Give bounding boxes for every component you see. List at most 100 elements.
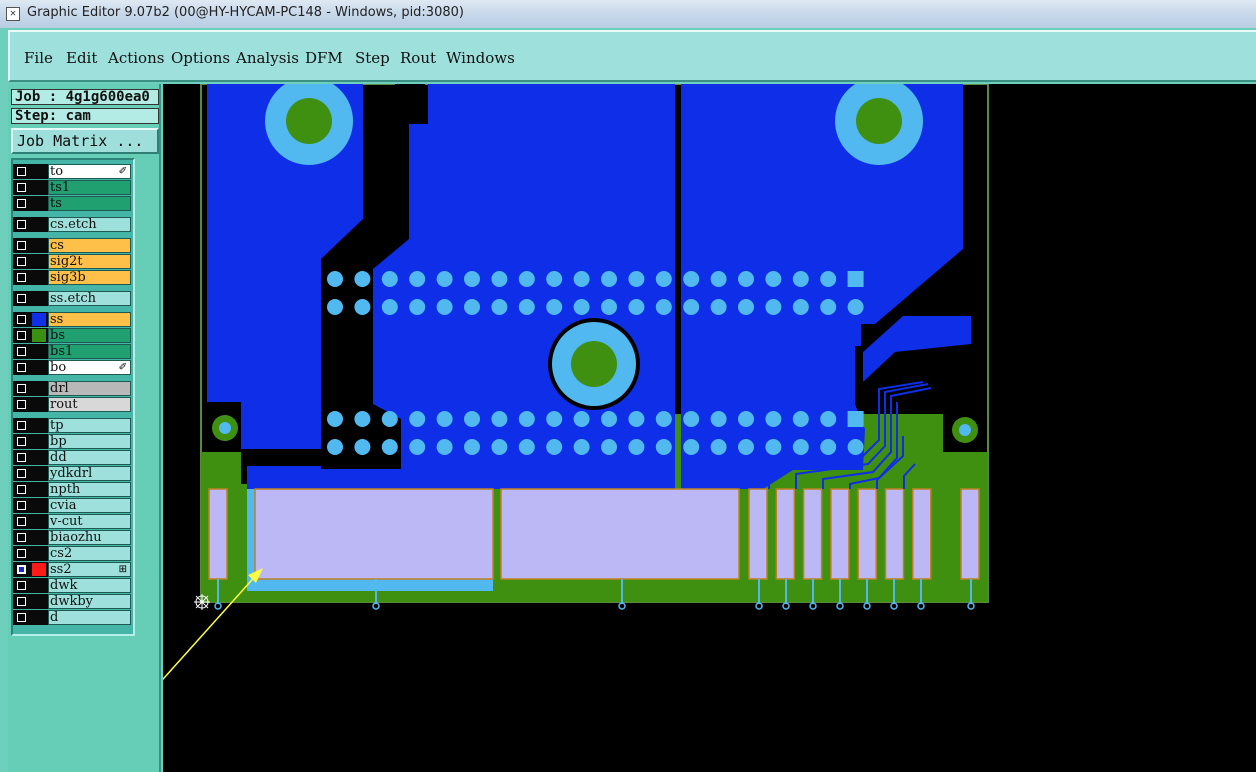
- layer-checkbox[interactable]: [17, 549, 26, 558]
- via-pad: [738, 411, 754, 427]
- layer-row-bo[interactable]: bo ✐: [13, 360, 131, 375]
- layer-row-drl[interactable]: drl: [13, 381, 131, 396]
- layer-name[interactable]: sig2t: [48, 254, 131, 269]
- layer-checkbox[interactable]: [17, 183, 26, 192]
- layer-name[interactable]: dwk: [48, 578, 131, 593]
- layer-name[interactable]: to ✐: [48, 164, 131, 179]
- layer-row-dd[interactable]: dd: [13, 450, 131, 465]
- layer-name[interactable]: v-cut: [48, 514, 131, 529]
- layer-name[interactable]: cs: [48, 238, 131, 253]
- menu-edit[interactable]: Edit: [66, 49, 97, 67]
- layer-name[interactable]: bp: [48, 434, 131, 449]
- layer-edit-icon[interactable]: ✐: [119, 166, 127, 177]
- pcb-drawing[interactable]: [163, 84, 1256, 772]
- layer-row-ss[interactable]: ss: [13, 312, 131, 327]
- layer-row-rout[interactable]: rout: [13, 397, 131, 412]
- layer-name[interactable]: ss: [48, 312, 131, 327]
- menu-windows[interactable]: Windows: [446, 49, 515, 67]
- layer-checkbox[interactable]: [17, 517, 26, 526]
- layer-row-biaozhu[interactable]: biaozhu: [13, 530, 131, 545]
- layer-name[interactable]: rout: [48, 397, 131, 412]
- layer-checkbox[interactable]: [17, 421, 26, 430]
- layer-checkbox[interactable]: [17, 199, 26, 208]
- layer-edit-icon[interactable]: ✐: [119, 362, 127, 373]
- layer-checkbox[interactable]: [17, 241, 26, 250]
- layer-name[interactable]: sig3b: [48, 270, 131, 285]
- layer-checkbox[interactable]: [17, 363, 26, 372]
- layer-expand-icon[interactable]: ⊞: [119, 564, 127, 575]
- layer-name[interactable]: ts: [48, 196, 131, 211]
- layer-row-cvia[interactable]: cvia: [13, 498, 131, 513]
- layer-checkbox[interactable]: [17, 533, 26, 542]
- layer-row-npth[interactable]: npth: [13, 482, 131, 497]
- layer-name[interactable]: ydkdrl: [48, 466, 131, 481]
- layer-row-dwkby[interactable]: dwkby: [13, 594, 131, 609]
- menu-rout[interactable]: Rout: [400, 49, 436, 67]
- layer-checkbox[interactable]: [17, 257, 26, 266]
- layer-checkbox[interactable]: [17, 485, 26, 494]
- layer-row-sig2t[interactable]: sig2t: [13, 254, 131, 269]
- layer-checkbox[interactable]: [17, 331, 26, 340]
- layer-name[interactable]: cs.etch: [48, 217, 131, 232]
- layer-checkbox[interactable]: [17, 453, 26, 462]
- layer-checkbox[interactable]: [17, 384, 26, 393]
- layer-name[interactable]: dd: [48, 450, 131, 465]
- layer-row-ts[interactable]: ts: [13, 196, 131, 211]
- layer-row-cs2[interactable]: cs2: [13, 546, 131, 561]
- layer-checkbox[interactable]: [17, 315, 26, 324]
- layer-checkbox[interactable]: [17, 347, 26, 356]
- layer-checkbox[interactable]: [17, 273, 26, 282]
- layer-row-cs[interactable]: cs: [13, 238, 131, 253]
- layer-name[interactable]: d: [48, 610, 131, 625]
- layer-checkbox[interactable]: [17, 469, 26, 478]
- menu-options[interactable]: Options: [171, 49, 230, 67]
- layer-color-swatch[interactable]: [32, 329, 46, 342]
- layer-row-ss2[interactable]: ss2 ⊞: [13, 562, 131, 577]
- layer-name[interactable]: ts1: [48, 180, 131, 195]
- layer-name[interactable]: drl: [48, 381, 131, 396]
- layer-color-swatch[interactable]: [32, 313, 46, 326]
- layer-name[interactable]: cvia: [48, 498, 131, 513]
- menu-file[interactable]: File: [24, 49, 53, 67]
- layer-checkbox[interactable]: [17, 294, 26, 303]
- layer-row-ydkdrl[interactable]: ydkdrl: [13, 466, 131, 481]
- layer-row-to[interactable]: to ✐: [13, 164, 131, 179]
- layer-name[interactable]: ss.etch: [48, 291, 131, 306]
- layer-checkbox[interactable]: [17, 565, 26, 574]
- layer-name[interactable]: bs: [48, 328, 131, 343]
- layer-row-dwk[interactable]: dwk: [13, 578, 131, 593]
- layer-name[interactable]: dwkby: [48, 594, 131, 609]
- layer-row-bs1[interactable]: bs1: [13, 344, 131, 359]
- layer-checkbox[interactable]: [17, 400, 26, 409]
- layer-checkbox[interactable]: [17, 597, 26, 606]
- layer-checkbox[interactable]: [17, 613, 26, 622]
- layer-row-ss.etch[interactable]: ss.etch: [13, 291, 131, 306]
- layer-name[interactable]: ss2 ⊞: [48, 562, 131, 577]
- menu-step[interactable]: Step: [355, 49, 390, 67]
- layer-row-v-cut[interactable]: v-cut: [13, 514, 131, 529]
- layer-name[interactable]: tp: [48, 418, 131, 433]
- layer-name[interactable]: cs2: [48, 546, 131, 561]
- layer-name[interactable]: bs1: [48, 344, 131, 359]
- layer-checkbox[interactable]: [17, 220, 26, 229]
- job-matrix-button[interactable]: Job Matrix ...: [11, 128, 159, 154]
- layer-checkbox[interactable]: [17, 167, 26, 176]
- layer-color-swatch[interactable]: [32, 563, 46, 576]
- layer-row-tp[interactable]: tp: [13, 418, 131, 433]
- menu-actions[interactable]: Actions: [108, 49, 164, 67]
- layer-name[interactable]: biaozhu: [48, 530, 131, 545]
- layer-row-d[interactable]: d: [13, 610, 131, 625]
- layer-checkbox[interactable]: [17, 581, 26, 590]
- layer-checkbox[interactable]: [17, 501, 26, 510]
- layer-row-bp[interactable]: bp: [13, 434, 131, 449]
- menu-dfm[interactable]: DFM: [305, 49, 343, 67]
- layer-row-ts1[interactable]: ts1: [13, 180, 131, 195]
- layer-checkbox[interactable]: [17, 437, 26, 446]
- layer-name[interactable]: bo ✐: [48, 360, 131, 375]
- layer-row-sig3b[interactable]: sig3b: [13, 270, 131, 285]
- layer-row-bs[interactable]: bs: [13, 328, 131, 343]
- layer-row-cs.etch[interactable]: cs.etch: [13, 217, 131, 232]
- graphic-canvas[interactable]: [163, 84, 1256, 772]
- menu-analysis[interactable]: Analysis: [236, 49, 299, 67]
- layer-name[interactable]: npth: [48, 482, 131, 497]
